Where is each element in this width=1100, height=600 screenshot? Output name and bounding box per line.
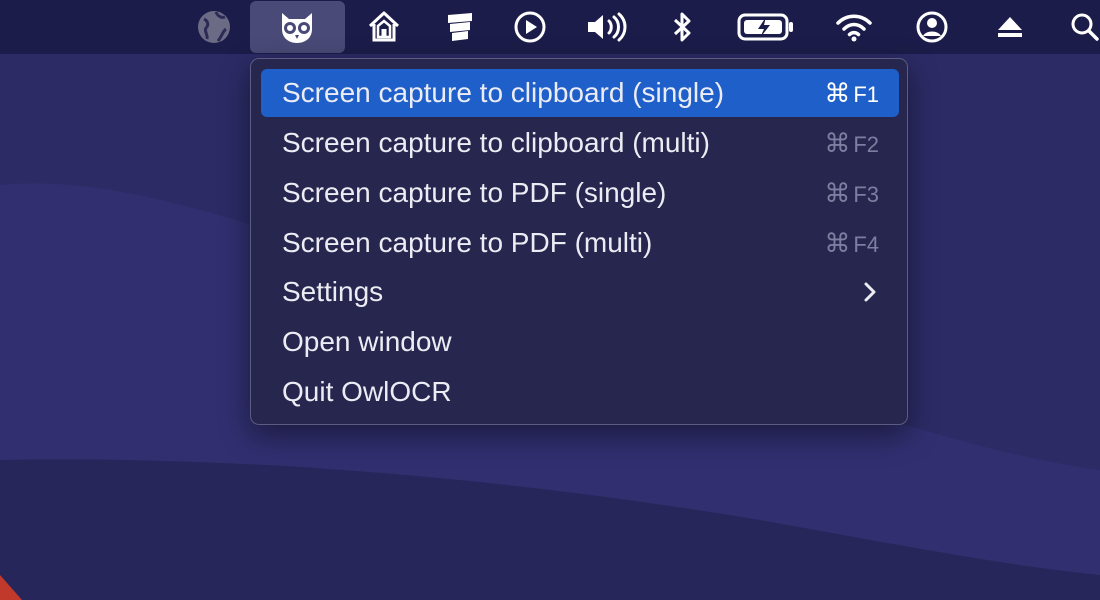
menu-item-label: Open window: [282, 326, 452, 357]
search-icon[interactable]: [1068, 0, 1100, 54]
shortcut: ⌘ F2: [824, 119, 879, 169]
menu-item-label: Screen capture to PDF (multi): [282, 227, 653, 258]
shortcut-key: F1: [853, 82, 879, 107]
shortcut: ⌘ F4: [824, 219, 879, 269]
owl-dropdown-menu: Screen capture to clipboard (single) ⌘ F1…: [250, 58, 908, 425]
volume-icon[interactable]: [582, 0, 630, 54]
shortcut-key: F4: [853, 232, 879, 257]
wifi-icon[interactable]: [834, 0, 874, 54]
battery-charging-icon[interactable]: [736, 0, 796, 54]
bluetooth-icon[interactable]: [667, 0, 697, 54]
play-icon[interactable]: [510, 0, 550, 54]
owl-icon[interactable]: [275, 0, 319, 54]
shortcut-key: F2: [853, 132, 879, 157]
menu-item-label: Quit OwlOCR: [282, 376, 452, 407]
chevron-right-icon: [864, 282, 876, 302]
command-key-icon: ⌘: [824, 128, 851, 158]
stacks-icon[interactable]: [440, 0, 480, 54]
command-key-icon: ⌘: [824, 78, 851, 108]
menu-item-label: Screen capture to clipboard (single): [282, 77, 725, 108]
menu-bar: [0, 0, 1100, 54]
shortcut: ⌘ F1: [824, 69, 879, 119]
menu-item-label: Screen capture to PDF (single): [282, 177, 667, 208]
menu-item-capture-pdf-multi[interactable]: Screen capture to PDF (multi) ⌘ F4: [261, 219, 899, 267]
menu-item-capture-clipboard-multi[interactable]: Screen capture to clipboard (multi) ⌘ F2: [261, 119, 899, 167]
shortcut: ⌘ F3: [824, 169, 879, 219]
menu-item-label: Settings: [282, 276, 384, 307]
menu-item-label: Screen capture to clipboard (multi): [282, 127, 710, 158]
globe-icon[interactable]: [194, 0, 234, 54]
command-key-icon: ⌘: [824, 228, 851, 258]
command-key-icon: ⌘: [824, 178, 851, 208]
eject-icon[interactable]: [992, 0, 1028, 54]
user-icon[interactable]: [912, 0, 952, 54]
shortcut-key: F3: [853, 182, 879, 207]
menu-item-settings[interactable]: Settings: [261, 268, 899, 316]
menu-item-capture-clipboard-single[interactable]: Screen capture to clipboard (single) ⌘ F1: [261, 69, 899, 117]
menu-item-open-window[interactable]: Open window: [261, 318, 899, 366]
menu-item-quit[interactable]: Quit OwlOCR: [261, 368, 899, 416]
home-icon[interactable]: [364, 0, 404, 54]
menu-item-capture-pdf-single[interactable]: Screen capture to PDF (single) ⌘ F3: [261, 169, 899, 217]
